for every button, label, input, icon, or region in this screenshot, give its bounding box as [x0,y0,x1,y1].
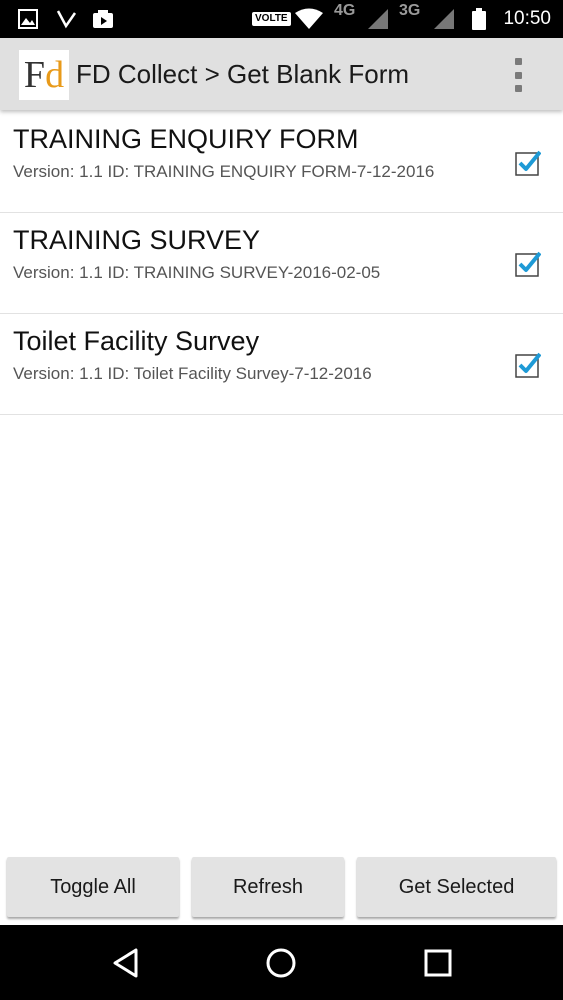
get-selected-button[interactable]: Get Selected [357,857,556,917]
media-icon [92,0,114,38]
form-checkbox[interactable] [515,251,541,277]
toggle-all-button[interactable]: Toggle All [7,857,179,917]
status-time: 10:50 [503,8,551,29]
list-item[interactable]: TRAINING SURVEY Version: 1.1 ID: TRAININ… [0,213,563,314]
home-icon[interactable] [261,943,301,983]
signal-icon [432,0,456,38]
recents-icon[interactable] [418,943,458,983]
app-logo: Fd [19,50,69,100]
form-subtitle: Version: 1.1 ID: Toilet Facility Survey-… [13,364,372,383]
list-item[interactable]: TRAINING ENQUIRY FORM Version: 1.1 ID: T… [0,112,563,213]
volte-badge: VOLTE [252,0,291,38]
logo-letter-f: F [23,54,46,96]
signal-icon [366,0,390,38]
form-checkbox[interactable] [515,352,541,378]
form-checkbox[interactable] [515,150,541,176]
form-subtitle: Version: 1.1 ID: TRAINING SURVEY-2016-02… [13,263,381,282]
battery-icon [472,0,486,38]
form-list: TRAINING ENQUIRY FORM Version: 1.1 ID: T… [0,112,563,415]
image-icon [18,0,38,38]
form-title: TRAINING ENQUIRY FORM [13,124,359,154]
navigation-bar [0,925,563,1000]
page-title: FD Collect > Get Blank Form [76,58,410,89]
net-3g-label: 3G [399,2,421,19]
form-title: Toilet Facility Survey [13,326,260,356]
wifi-icon [294,0,324,38]
list-item[interactable]: Toilet Facility Survey Version: 1.1 ID: … [0,314,563,415]
form-subtitle: Version: 1.1 ID: TRAINING ENQUIRY FORM-7… [13,162,435,181]
missed-call-icon [56,0,78,38]
form-title: TRAINING SURVEY [13,225,261,255]
refresh-button[interactable]: Refresh [192,857,344,917]
overflow-menu-icon[interactable] [503,58,533,92]
logo-letter-d: d [45,54,65,96]
status-bar: VOLTE 4G 3G 10:50 [0,0,563,38]
net-4g-label: 4G [334,2,356,19]
action-bar: Fd FD Collect > Get Blank Form [0,38,563,110]
back-icon[interactable] [106,943,146,983]
